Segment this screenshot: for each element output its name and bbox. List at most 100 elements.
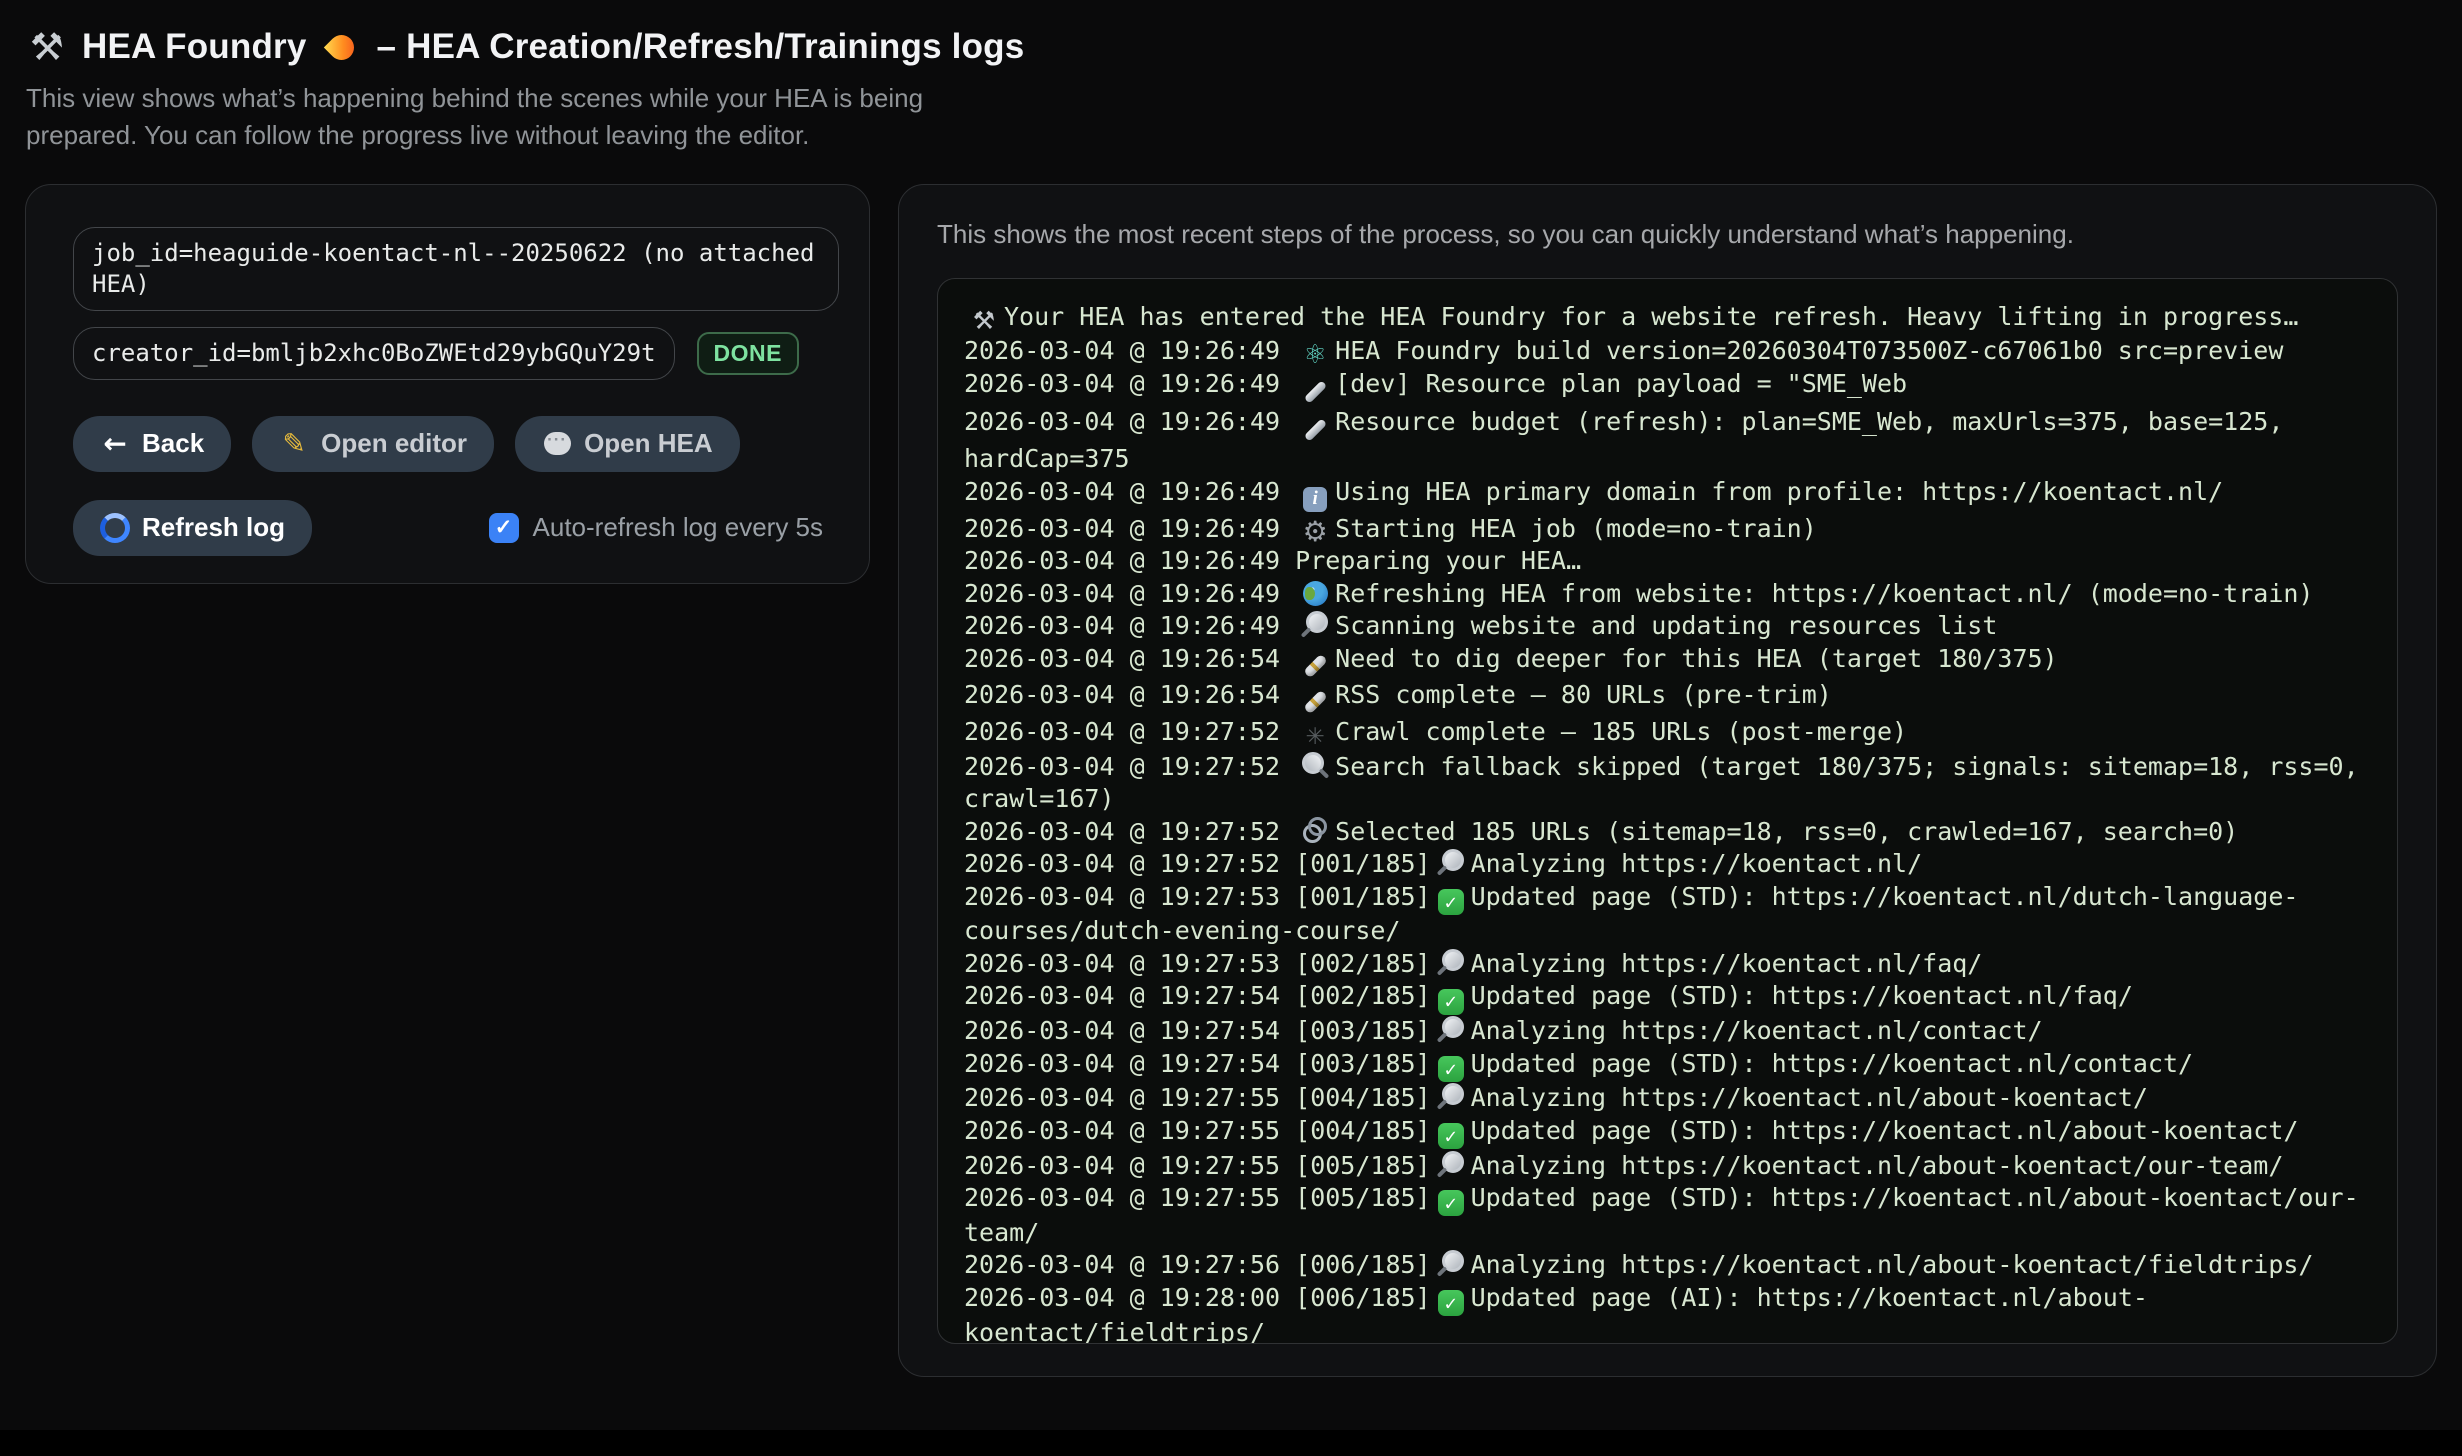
speech-balloon-icon [542, 430, 572, 458]
log-timestamp: 2026-03-04 @ 19:27:55 [964, 1183, 1295, 1212]
spider-icon [1299, 724, 1331, 751]
newspaper-icon [1299, 652, 1331, 679]
ruler-icon [1299, 416, 1331, 443]
open-editor-label: Open editor [321, 428, 467, 459]
log-timestamp: 2026-03-04 @ 19:27:54 [964, 1049, 1295, 1078]
log-line: 2026-03-04 @ 19:27:54 [002/185]Updated p… [964, 980, 2371, 1015]
log-timestamp: 2026-03-04 @ 19:27:55 [964, 1151, 1295, 1180]
log-message: Refreshing HEA from website: https://koe… [1335, 579, 2313, 608]
log-timestamp: 2026-03-04 @ 19:26:54 [964, 680, 1295, 709]
ruler-icon [1299, 379, 1331, 406]
log-line: 2026-03-04 @ 19:26:49 Preparing your HEA… [964, 545, 2371, 578]
log-message: Using HEA primary domain from profile: h… [1335, 477, 2223, 506]
log-output[interactable]: Your HEA has entered the HEA Foundry for… [937, 278, 2398, 1344]
back-button-label: Back [142, 428, 204, 459]
auto-refresh-group: Auto-refresh log every 5s [489, 512, 823, 543]
log-message: [dev] Resource plan payload = "SME_Web [1335, 369, 1907, 398]
refresh-log-button[interactable]: Refresh log [73, 500, 312, 556]
magnifier-right-icon [1435, 1250, 1467, 1277]
check-icon [1435, 1290, 1467, 1317]
log-line: 2026-03-04 @ 19:27:55 [005/185]Updated p… [964, 1182, 2371, 1249]
log-timestamp: 2026-03-04 @ 19:26:49 [964, 407, 1295, 436]
log-line: 2026-03-04 @ 19:26:54 Need to dig deeper… [964, 643, 2371, 680]
log-sequence-counter: [004/185] [1295, 1116, 1430, 1145]
log-sequence-counter: [005/185] [1295, 1183, 1430, 1212]
log-message: Analyzing https://koentact.nl/faq/ [1471, 949, 1983, 978]
log-timestamp: 2026-03-04 @ 19:27:55 [964, 1083, 1295, 1112]
open-editor-button[interactable]: Open editor [252, 416, 494, 472]
page-header: HEA Foundry – HEA Creation/Refresh/Train… [0, 0, 2462, 154]
log-line: 2026-03-04 @ 19:27:54 [003/185]Updated p… [964, 1048, 2371, 1083]
auto-refresh-label: Auto-refresh log every 5s [533, 512, 823, 543]
button-row: Back Open editor Open HEA [73, 416, 835, 472]
log-line: 2026-03-04 @ 19:27:52 Search fallback sk… [964, 751, 2371, 816]
log-message: Starting HEA job (mode=no-train) [1335, 514, 1817, 543]
log-message: Crawl complete – 185 URLs (post-merge) [1335, 717, 1907, 746]
creator-row: creator_id=bmljb2xhc0BoZWEtd29ybGQuY29t … [73, 327, 835, 380]
log-timestamp: 2026-03-04 @ 19:28:00 [964, 1283, 1295, 1312]
cyclone-icon [100, 514, 130, 542]
check-icon [1435, 1123, 1467, 1150]
log-message: Scanning website and updating resources … [1335, 611, 1997, 640]
hammer-wrench-icon [968, 308, 1000, 335]
log-message: RSS complete – 80 URLs (pre-trim) [1335, 680, 1832, 709]
log-message: Analyzing https://koentact.nl/about-koen… [1471, 1083, 2148, 1112]
link-icon [1299, 817, 1331, 844]
log-timestamp: 2026-03-04 @ 19:26:54 [964, 644, 1295, 673]
main-row: job_id=heaguide-koentact-nl--20250622 (n… [0, 184, 2462, 1377]
job-panel: job_id=heaguide-koentact-nl--20250622 (n… [25, 184, 870, 584]
log-timestamp: 2026-03-04 @ 19:27:52 [964, 717, 1295, 746]
log-timestamp: 2026-03-04 @ 19:26:49 [964, 369, 1295, 398]
left-arrow-icon [100, 430, 130, 458]
log-timestamp: 2026-03-04 @ 19:26:49 [964, 514, 1295, 543]
log-line: 2026-03-04 @ 19:27:55 [004/185] Updated p… [964, 1115, 2371, 1150]
log-message: Updated page (STD): https://koentact.nl/… [1471, 1116, 2299, 1145]
hammer-and-wrench-icon [26, 26, 68, 68]
log-message: Analyzing https://koentact.nl/about-koen… [1471, 1250, 2314, 1279]
log-message: Analyzing https://koentact.nl/ [1471, 849, 1923, 878]
page-title: HEA Foundry – HEA Creation/Refresh/Train… [26, 26, 2432, 68]
log-timestamp: 2026-03-04 @ 19:27:55 [964, 1116, 1295, 1145]
log-line: 2026-03-04 @ 19:27:56 [006/185]Analyzing… [964, 1249, 2371, 1282]
log-panel: This shows the most recent steps of the … [898, 184, 2437, 1377]
log-sequence-counter: [002/185] [1295, 949, 1430, 978]
log-message: Updated page (STD): https://koentact.nl/… [1471, 1049, 2193, 1078]
open-hea-button[interactable]: Open HEA [515, 416, 740, 472]
log-line: 2026-03-04 @ 19:26:49 Resource budget (r… [964, 406, 2371, 476]
auto-refresh-checkbox[interactable] [489, 513, 519, 543]
log-message: Analyzing https://koentact.nl/contact/ [1471, 1016, 2043, 1045]
log-line: 2026-03-04 @ 19:27:53 [001/185]Updated p… [964, 881, 2371, 948]
log-line: 2026-03-04 @ 19:26:49 HEA Foundry build … [964, 335, 2371, 369]
log-line: 2026-03-04 @ 19:27:53 [002/185] Analyzing… [964, 948, 2371, 981]
log-timestamp: 2026-03-04 @ 19:27:54 [964, 981, 1295, 1010]
bottom-band [0, 1430, 2462, 1456]
magnifier-left-icon [1299, 752, 1331, 779]
refresh-row: Refresh log Auto-refresh log every 5s [73, 500, 835, 556]
log-timestamp: 2026-03-04 @ 19:26:49 [964, 477, 1295, 506]
globe-icon [1299, 580, 1331, 607]
log-timestamp: 2026-03-04 @ 19:27:56 [964, 1250, 1295, 1279]
log-message: Preparing your HEA… [1295, 546, 1581, 575]
log-line: 2026-03-04 @ 19:28:00 [006/185]Updated p… [964, 1282, 2371, 1344]
log-line: 2026-03-04 @ 19:27:52 [001/185]Analyzing… [964, 848, 2371, 881]
back-button[interactable]: Back [73, 416, 231, 472]
log-timestamp: 2026-03-04 @ 19:26:49 [964, 546, 1295, 575]
log-line: 2026-03-04 @ 19:27:55 [004/185]Analyzing… [964, 1082, 2371, 1115]
log-line: 2026-03-04 @ 19:26:54 RSS complete – 80 … [964, 679, 2371, 716]
status-badge: DONE [697, 332, 799, 375]
log-message: Updated page (STD): https://koentact.nl/… [1471, 981, 2133, 1010]
gear-icon [1299, 518, 1331, 545]
log-timestamp: 2026-03-04 @ 19:26:49 [964, 579, 1295, 608]
log-timestamp: 2026-03-04 @ 19:27:53 [964, 949, 1295, 978]
log-timestamp: 2026-03-04 @ 19:26:49 [964, 336, 1295, 365]
log-line: Your HEA has entered the HEA Foundry for… [964, 301, 2371, 335]
log-line: 2026-03-04 @ 19:26:49 Refreshing HEA fro… [964, 578, 2371, 611]
open-hea-label: Open HEA [584, 428, 713, 459]
check-icon [1435, 1055, 1467, 1082]
log-line: 2026-03-04 @ 19:27:55 [005/185]Analyzing… [964, 1150, 2371, 1183]
newspaper-icon [1299, 689, 1331, 716]
check-icon [1435, 888, 1467, 915]
check-icon [1435, 988, 1467, 1015]
magnifier-right-icon [1299, 611, 1331, 638]
magnifier-right-icon [1435, 849, 1467, 876]
